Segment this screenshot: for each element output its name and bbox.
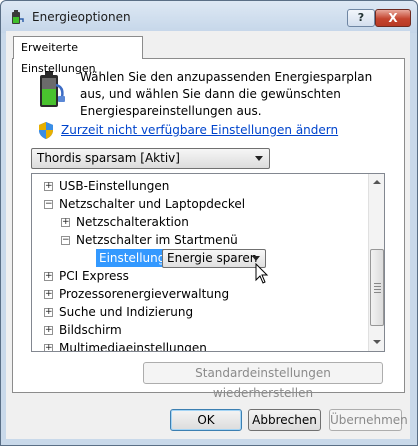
tree-item-label: USB-Einstellungen [59, 179, 170, 193]
chevron-down-icon [255, 156, 263, 161]
tree-item-display[interactable]: + Bildschirm [32, 321, 362, 339]
tree-item-usb[interactable]: + USB-Einstellungen [32, 177, 362, 195]
setting-value: Energie sparen [167, 251, 258, 265]
apply-button[interactable]: Übernehmen [329, 409, 408, 431]
collapse-icon[interactable]: − [61, 236, 70, 245]
scroll-down-button[interactable] [369, 334, 384, 351]
expand-icon[interactable]: + [44, 308, 53, 317]
intro-text: Wählen Sie den anzupassenden Energiespar… [80, 70, 373, 118]
scroll-up-button[interactable] [369, 174, 384, 191]
tree-item-label: Prozessorenergieverwaltung [59, 287, 230, 301]
tree-item-label: Netzschalter und Laptopdeckel [59, 197, 246, 211]
title-bar[interactable]: Energieoptionen ? X [1, 1, 417, 33]
tree-item-power-button-action[interactable]: + Netzschalteraktion [32, 213, 362, 231]
uac-shield-icon [39, 122, 53, 139]
tree-item-search-indexing[interactable]: + Suche und Indizierung [32, 303, 362, 321]
change-unavailable-settings-link[interactable]: Zurzeit nicht verfügbare Einstellungen ä… [61, 123, 338, 137]
mouse-pointer-icon [255, 263, 269, 284]
tree-item-start-menu-power-button[interactable]: − Netzschalter im Startmenü [32, 231, 362, 249]
expand-icon[interactable]: + [44, 272, 53, 281]
tab-advanced-settings[interactable]: Erweiterte Einstellungen [13, 36, 143, 75]
power-plan-value: Thordis sparsam [Aktiv] [37, 151, 180, 165]
grip-line [374, 286, 381, 287]
expand-icon[interactable]: + [61, 218, 70, 227]
expand-icon[interactable]: + [44, 182, 53, 191]
power-plan-dropdown[interactable]: Thordis sparsam [Aktiv] [31, 148, 270, 169]
tree-item-label: Netzschalteraktion [76, 215, 189, 229]
help-button[interactable]: ? [347, 9, 375, 27]
ok-button[interactable]: OK [170, 409, 242, 431]
grip-line [374, 283, 381, 284]
settings-tree[interactable]: + USB-Einstellungen − Netzschalter und L… [31, 173, 385, 352]
close-button[interactable]: X [375, 9, 411, 27]
cancel-button[interactable]: Abbrechen [248, 409, 321, 431]
expand-icon[interactable]: + [44, 326, 53, 335]
tree-item-label: Suche und Indizierung [59, 305, 194, 319]
setting-value-dropdown[interactable]: Energie sparen [162, 249, 266, 268]
window-title: Energieoptionen [32, 10, 131, 24]
tree-item-multimedia[interactable]: + Multimediaeinstellungen [32, 339, 362, 352]
grip-line [374, 292, 381, 293]
power-options-icon [12, 10, 24, 24]
tree-item-label: Multimediaeinstellungen [59, 341, 207, 352]
grip-line [374, 289, 381, 290]
tree-item-label: Netzschalter im Startmenü [76, 233, 238, 247]
setting-label: Einstellung: [96, 249, 173, 267]
collapse-icon[interactable]: − [44, 200, 53, 209]
restore-defaults-button[interactable]: Standardeinstellungen wiederherstellen [143, 362, 383, 400]
scrollbar-thumb[interactable] [370, 249, 384, 326]
expand-icon[interactable]: + [44, 344, 53, 351]
tree-item-pci-express[interactable]: + PCI Express [32, 267, 362, 285]
arrow-down-icon [373, 340, 381, 344]
expand-icon[interactable]: + [44, 290, 53, 299]
vertical-scrollbar[interactable] [368, 174, 384, 351]
arrow-up-icon [373, 180, 381, 184]
tree-item-processor-power[interactable]: + Prozessorenergieverwaltung [32, 285, 362, 303]
tree-item-label: PCI Express [59, 269, 129, 283]
tree-item-label: Bildschirm [59, 323, 122, 337]
chevron-down-icon [252, 256, 260, 261]
tree-item-power-buttons-lid[interactable]: − Netzschalter und Laptopdeckel [32, 195, 362, 213]
